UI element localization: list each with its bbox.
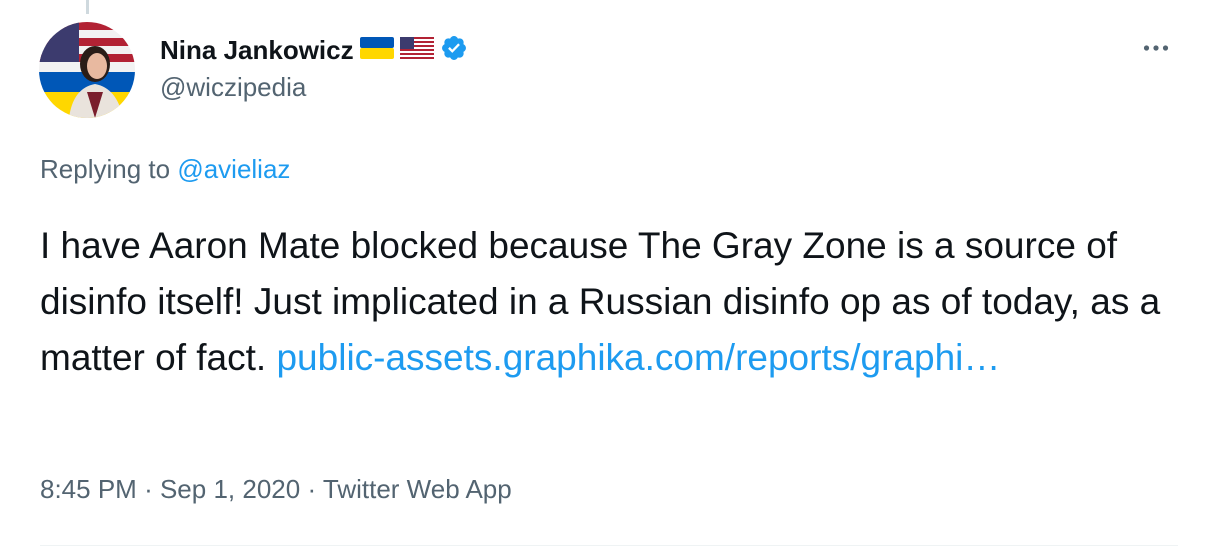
- reply-mention-link[interactable]: @avieliaz: [177, 154, 290, 184]
- more-horizontal-icon: [1143, 39, 1169, 57]
- tweet-body: I have Aaron Mate blocked because The Gr…: [40, 218, 1190, 386]
- more-options-button[interactable]: [1132, 30, 1180, 66]
- author-display-name[interactable]: Nina Jankowicz: [160, 35, 354, 66]
- thread-connector-line: [86, 0, 89, 14]
- author-name-row: Nina Jankowicz: [160, 32, 468, 68]
- tweet-source: Twitter Web App: [322, 474, 512, 504]
- tweet-metadata: 8:45 PM · Sep 1, 2020 · Twitter Web App: [40, 474, 512, 505]
- us-flag-icon: [399, 36, 434, 64]
- divider: [40, 545, 1178, 546]
- meta-separator: ·: [307, 474, 317, 504]
- replying-to-label: Replying to: [40, 154, 171, 184]
- verified-badge-icon: [440, 34, 468, 67]
- meta-separator: ·: [144, 474, 153, 504]
- replying-to-line: Replying to @avieliaz: [40, 154, 290, 185]
- avatar[interactable]: [39, 22, 135, 118]
- author-handle[interactable]: @wiczipedia: [160, 72, 306, 103]
- tweet-date[interactable]: Sep 1, 2020: [160, 474, 300, 504]
- tweet-link[interactable]: public-assets.graphika.com/reports/graph…: [276, 337, 1000, 378]
- tweet-time[interactable]: 8:45 PM: [40, 474, 137, 504]
- ukraine-flag-icon: [359, 36, 394, 64]
